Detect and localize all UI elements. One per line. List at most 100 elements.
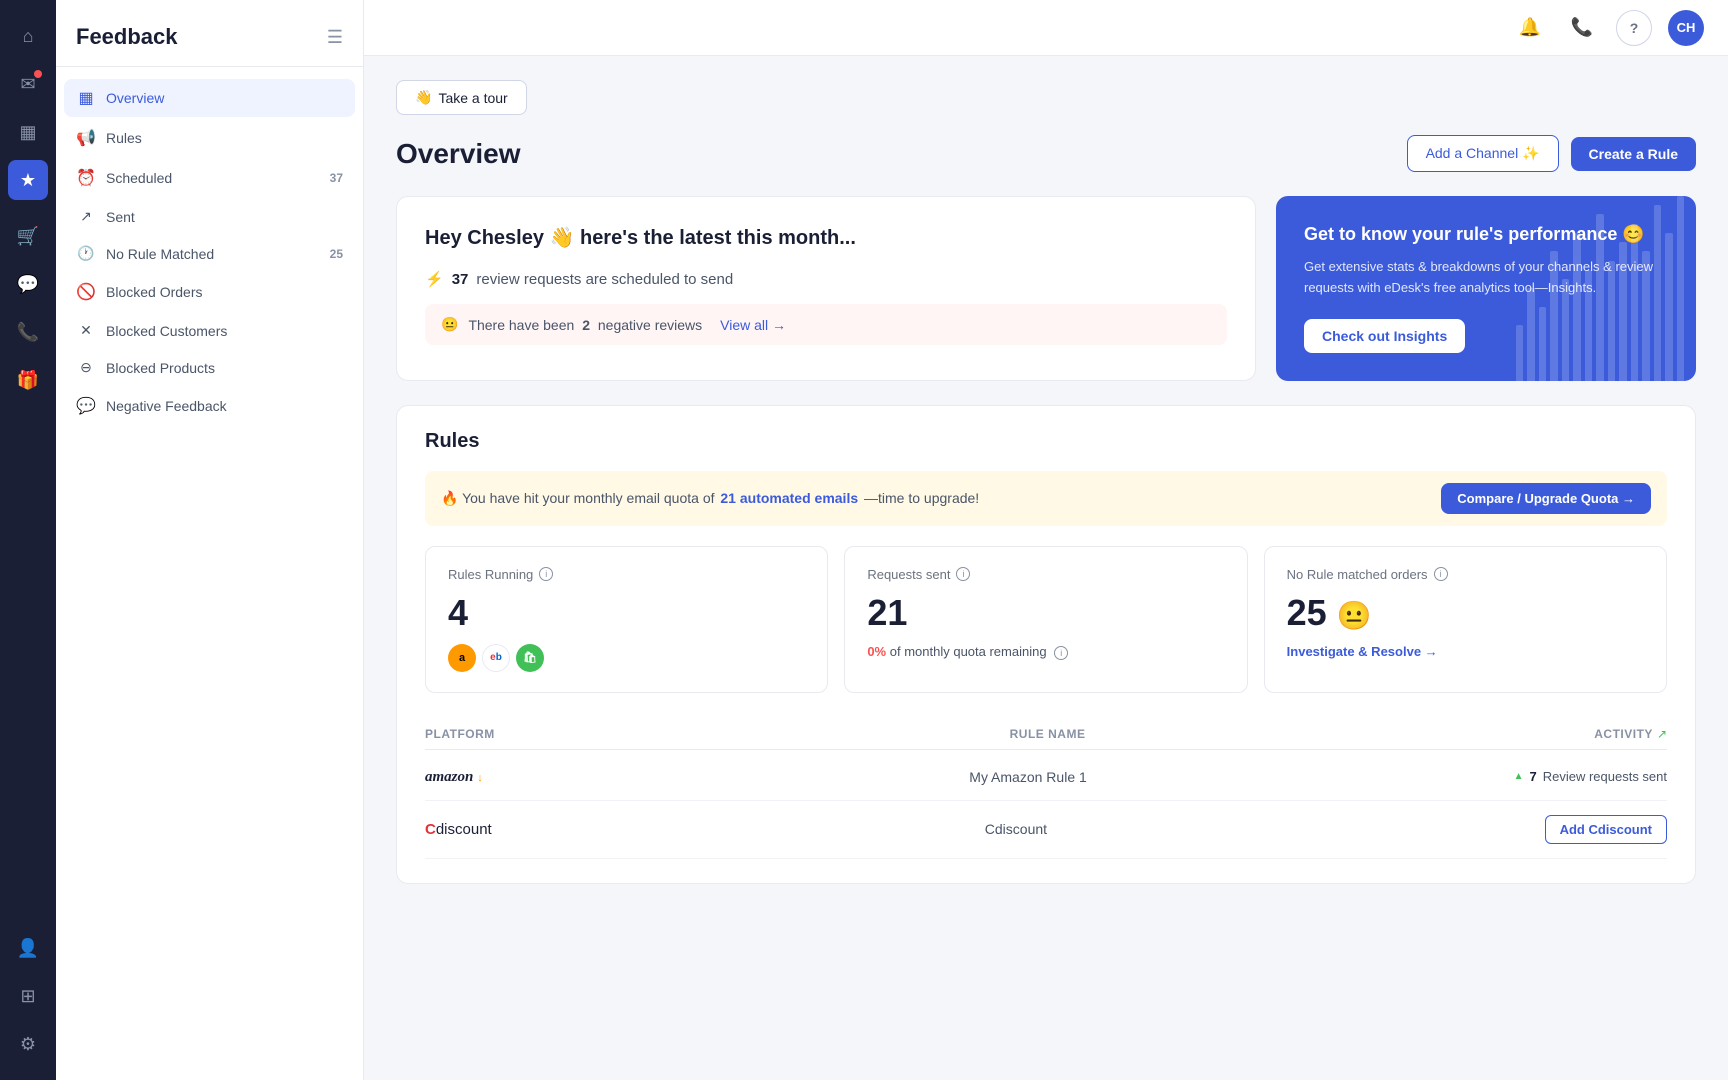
- cdiscount-platform-name: Cdiscount: [425, 821, 985, 838]
- bar-12: [1642, 251, 1649, 380]
- sidebar-item-label: Sent: [106, 209, 135, 225]
- sidebar-item-sent[interactable]: ↗ Sent: [64, 199, 355, 234]
- tour-label: Take a tour: [438, 90, 507, 106]
- nav-icon-inbox[interactable]: ✉: [8, 64, 48, 104]
- bell-button[interactable]: 🔔: [1512, 10, 1548, 46]
- bar-13: [1654, 205, 1661, 380]
- add-cdiscount-button[interactable]: Add Cdiscount: [1545, 815, 1667, 844]
- blocked-orders-icon: 🚫: [76, 282, 96, 302]
- create-rule-label: Create a Rule: [1589, 146, 1678, 162]
- take-tour-button[interactable]: 👋 Take a tour: [396, 80, 527, 115]
- bar-2: [1527, 288, 1534, 380]
- create-rule-button[interactable]: Create a Rule: [1571, 137, 1696, 171]
- nav-icon-phone[interactable]: 📞: [8, 312, 48, 352]
- header-actions: Add a Channel ✨ Create a Rule: [1407, 135, 1696, 172]
- nav-icon-settings[interactable]: ⚙: [8, 1024, 48, 1064]
- overview-top-section: Hey Chesley 👋 here's the latest this mon…: [396, 196, 1696, 381]
- nav-icon-star[interactable]: ★: [8, 160, 48, 200]
- activity-count: 7: [1529, 769, 1536, 784]
- rules-icon: 📢: [76, 128, 96, 148]
- user-avatar[interactable]: CH: [1668, 10, 1704, 46]
- activity-trend-icon: ↗: [1657, 727, 1667, 741]
- rules-running-label: Rules Running i: [448, 567, 805, 582]
- bar-4: [1550, 251, 1557, 380]
- no-rule-matched-badge: 25: [330, 247, 343, 261]
- nav-icon-home[interactable]: ⌂: [8, 16, 48, 56]
- negative-emoji: 😐: [441, 316, 458, 333]
- rules-table-header: Platform Rule name Activity ↗: [425, 717, 1667, 750]
- check-out-insights-button[interactable]: Check out Insights: [1304, 319, 1465, 353]
- sidebar-item-blocked-products[interactable]: ⊖ Blocked Products: [64, 350, 355, 385]
- cdiscount-rule-name: Cdiscount: [985, 821, 1545, 837]
- nav-icon-gift[interactable]: 🎁: [8, 360, 48, 400]
- sidebar-item-label: Rules: [106, 130, 142, 146]
- rules-section: Rules 🔥 You have hit your monthly email …: [396, 405, 1696, 884]
- no-rule-matched-emoji: 😐: [1337, 600, 1372, 631]
- hey-card-title: Hey Chesley 👋 here's the latest this mon…: [425, 225, 1227, 250]
- bar-1: [1516, 325, 1523, 380]
- nav-icon-cart[interactable]: 🛒: [8, 216, 48, 256]
- amazon-activity-cell: ▲ 7 Review requests sent: [1514, 769, 1667, 784]
- page-title: Overview: [396, 138, 521, 170]
- compare-upgrade-quota-button[interactable]: Compare / Upgrade Quota →: [1441, 483, 1651, 514]
- nav-icon-apps[interactable]: ⊞: [8, 976, 48, 1016]
- notification-dot: [34, 70, 42, 78]
- quota-info-icon[interactable]: i: [1054, 646, 1068, 660]
- ebay-platform-icon: eb: [482, 644, 510, 672]
- bar-9: [1608, 261, 1615, 381]
- sidebar-item-scheduled[interactable]: ⏰ Scheduled 37: [64, 159, 355, 197]
- rules-section-title: Rules: [425, 430, 1667, 453]
- table-row: Cdiscount Cdiscount Add Cdiscount: [425, 801, 1667, 859]
- sidebar-nav: ▦ Overview 📢 Rules ⏰ Scheduled 37 ↗ Sent…: [56, 67, 363, 1080]
- platform-icons: a eb 🛍: [448, 644, 805, 672]
- main-area: 🔔 📞 ? CH 👋 Take a tour Overview Add a Ch…: [364, 0, 1728, 1080]
- amazon-platform-icon: a: [448, 644, 476, 672]
- icon-navigation: ⌂ ✉ ▦ ★ 🛒 💬 📞 🎁 👤 ⊞ ⚙: [0, 0, 56, 1080]
- sidebar-menu-icon[interactable]: ☰: [327, 27, 343, 48]
- shopify-platform-icon: 🛍: [516, 644, 544, 672]
- cdiscount-activity-cell: Add Cdiscount: [1545, 815, 1667, 844]
- sidebar-item-blocked-customers[interactable]: ✕ Blocked Customers: [64, 313, 355, 348]
- sidebar-item-rules[interactable]: 📢 Rules: [64, 119, 355, 157]
- activity-desc: Review requests sent: [1543, 769, 1667, 784]
- scheduled-count: 37: [452, 271, 469, 288]
- bar-11: [1631, 224, 1638, 381]
- no-rule-matched-info-icon[interactable]: i: [1434, 567, 1448, 581]
- nav-icon-chart[interactable]: ▦: [8, 112, 48, 152]
- sidebar-item-no-rule-matched[interactable]: 🕐 No Rule Matched 25: [64, 236, 355, 271]
- investigate-resolve-link[interactable]: Investigate & Resolve →: [1287, 644, 1644, 659]
- sidebar-item-label: Overview: [106, 90, 164, 106]
- nav-icon-chat[interactable]: 💬: [8, 264, 48, 304]
- add-channel-button[interactable]: Add a Channel ✨: [1407, 135, 1559, 172]
- hey-card: Hey Chesley 👋 here's the latest this mon…: [396, 196, 1256, 381]
- rule-name-col-header: Rule name: [1010, 727, 1595, 741]
- nav-icon-users[interactable]: 👤: [8, 928, 48, 968]
- blocked-products-icon: ⊖: [76, 359, 96, 376]
- platform-col-header: Platform: [425, 727, 1010, 741]
- no-rule-matched-label: No Rule matched orders i: [1287, 567, 1644, 582]
- stats-grid: Rules Running i 4 a eb 🛍 Requests sent: [425, 546, 1667, 693]
- help-button[interactable]: ?: [1616, 10, 1652, 46]
- sidebar-item-label: Scheduled: [106, 170, 172, 186]
- insights-card: Get to know your rule's performance 😊 Ge…: [1276, 196, 1696, 381]
- sidebar-item-blocked-orders[interactable]: 🚫 Blocked Orders: [64, 273, 355, 311]
- negative-text: There have been 2 negative reviews: [468, 317, 702, 333]
- rules-running-info-icon[interactable]: i: [539, 567, 553, 581]
- quota-remaining-text: 0% of monthly quota remaining i: [867, 644, 1224, 660]
- bar-6: [1573, 233, 1580, 381]
- main-content: 👋 Take a tour Overview Add a Channel ✨ C…: [364, 56, 1728, 1080]
- scheduled-stat: ⚡ 37 review requests are scheduled to se…: [425, 270, 1227, 288]
- rules-running-card: Rules Running i 4 a eb 🛍: [425, 546, 828, 693]
- view-all-link[interactable]: View all →: [720, 317, 786, 333]
- activity-col-header: Activity ↗: [1594, 727, 1667, 741]
- quota-alert: 🔥 You have hit your monthly email quota …: [425, 471, 1667, 526]
- sidebar-item-overview[interactable]: ▦ Overview: [64, 79, 355, 117]
- amazon-rule-name: My Amazon Rule 1: [969, 769, 1513, 785]
- phone-button[interactable]: 📞: [1564, 10, 1600, 46]
- requests-sent-card: Requests sent i 21 0% of monthly quota r…: [844, 546, 1247, 693]
- page-header: Overview Add a Channel ✨ Create a Rule: [396, 135, 1696, 172]
- bar-10: [1619, 242, 1626, 380]
- requests-sent-info-icon[interactable]: i: [956, 567, 970, 581]
- sidebar-item-negative-feedback[interactable]: 💬 Negative Feedback: [64, 387, 355, 425]
- activity-up-icon: ▲: [1514, 771, 1524, 782]
